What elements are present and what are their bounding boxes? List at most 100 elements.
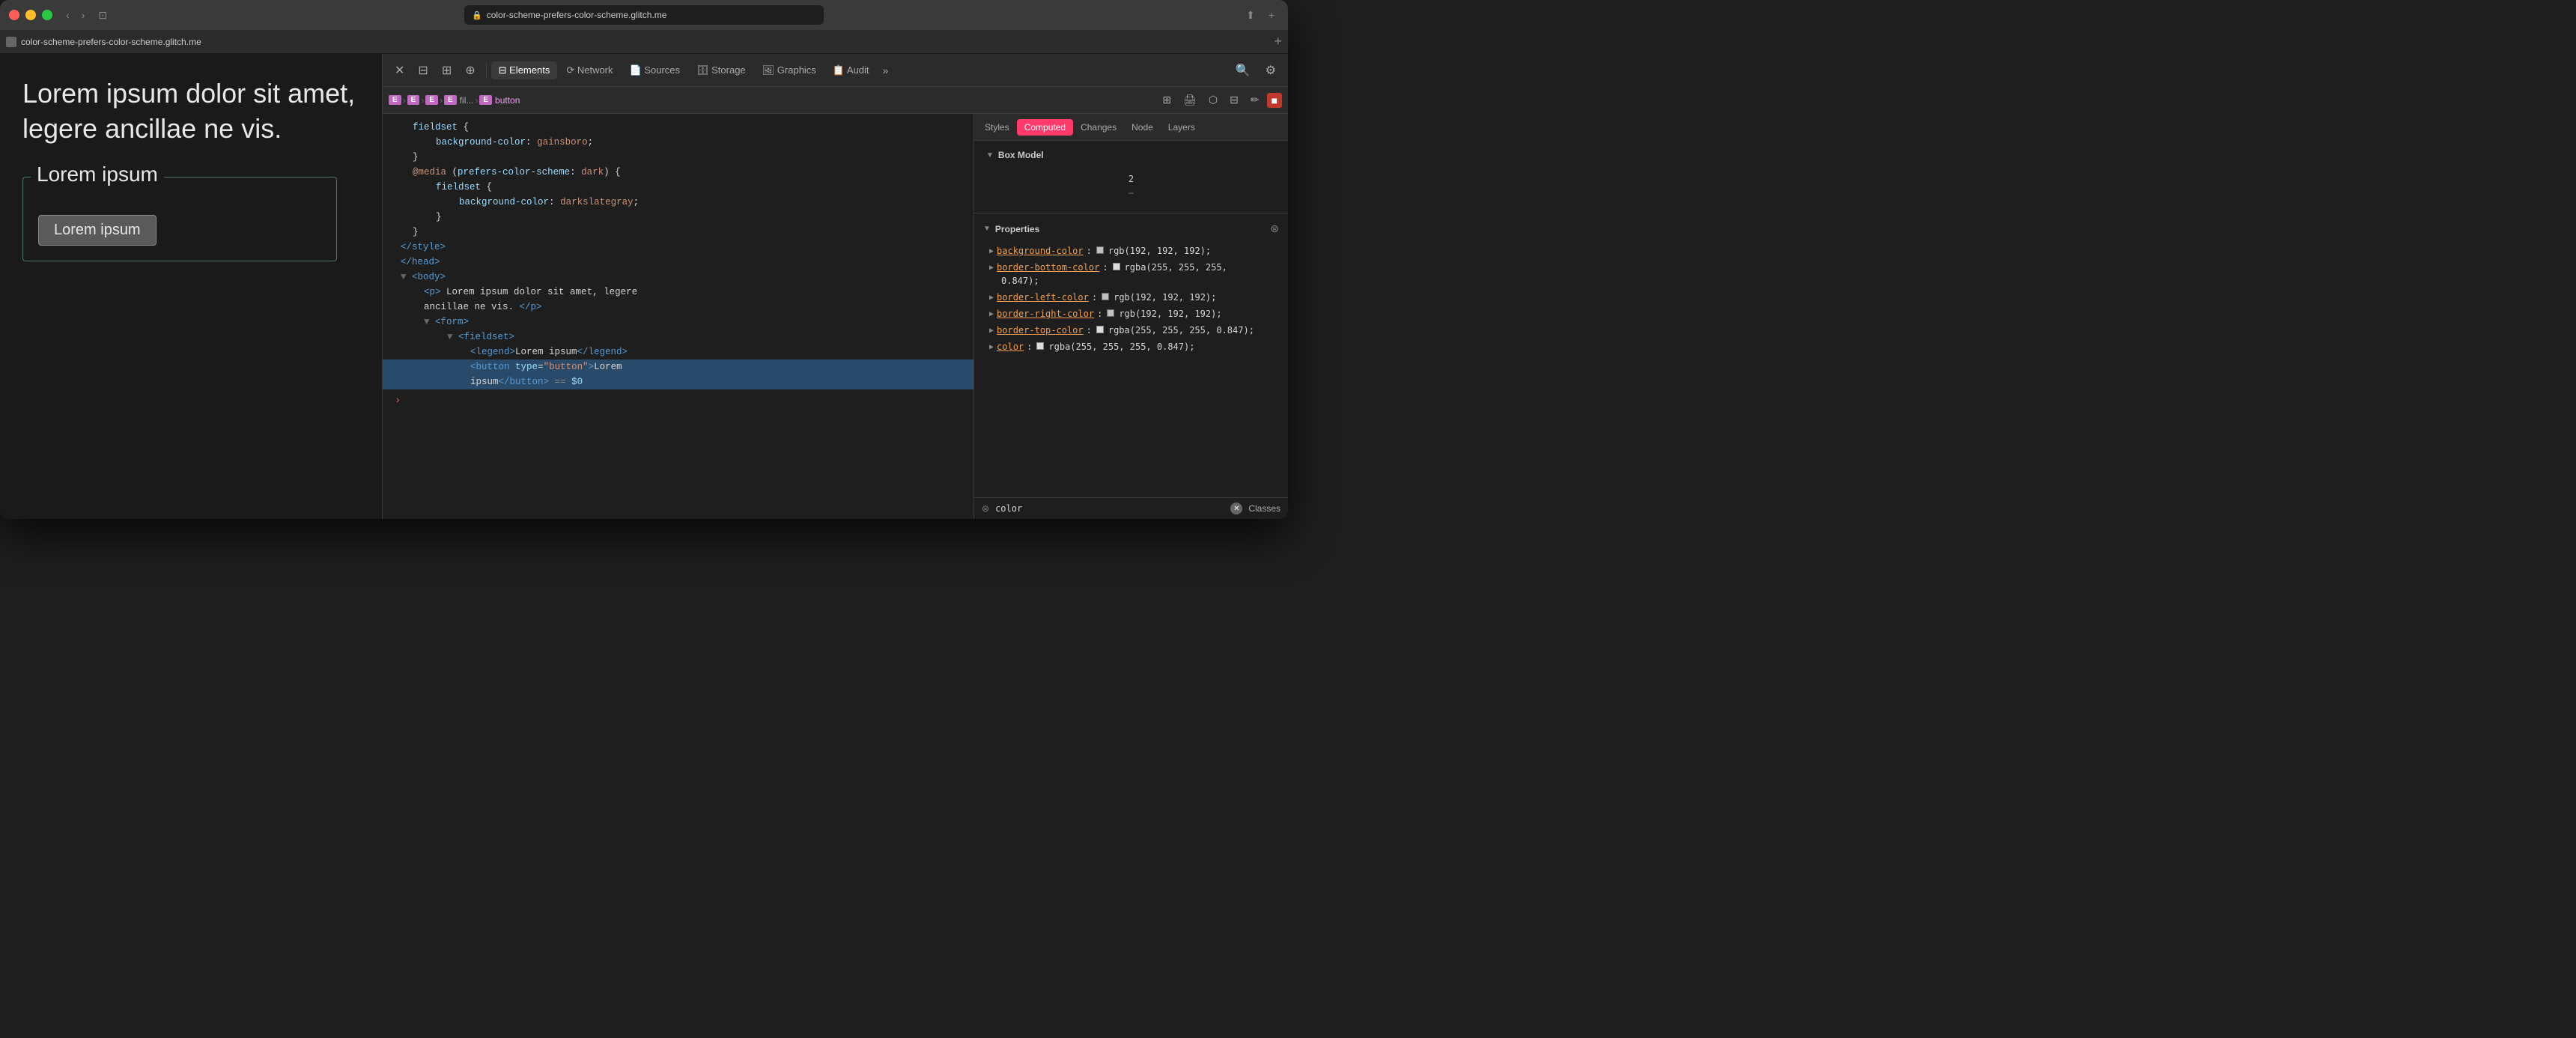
prop-swatch-5[interactable] (1096, 326, 1104, 333)
prop-swatch-2[interactable] (1113, 263, 1120, 270)
prop-name-background-color[interactable]: background-color (997, 244, 1084, 258)
classes-button[interactable]: Classes (1248, 503, 1281, 514)
url-text: color-scheme-prefers-color-scheme.glitch… (487, 10, 667, 20)
code-line-13: ancillae ne vis. </p> (383, 300, 973, 315)
breadcrumb-fil[interactable]: fil... (460, 95, 474, 106)
prop-arrow-5[interactable]: ▶ (989, 325, 994, 336)
title-bar: ‹ › ⊡ 🔒 color-scheme-prefers-color-schem… (0, 0, 1288, 30)
tab-storage[interactable]: 🗄 Storage (689, 61, 753, 79)
tab-graphics[interactable]: 🖼 Graphics (755, 61, 824, 79)
prop-name-border-top[interactable]: border-top-color (997, 324, 1084, 337)
prop-arrow-2[interactable]: ▶ (989, 262, 994, 273)
code-line-7: } (383, 210, 973, 225)
tab-audit[interactable]: 📋 Audit (825, 61, 877, 79)
prop-arrow-6[interactable]: ▶ (989, 342, 994, 353)
breadcrumb-arrow-4: › (475, 95, 478, 106)
prop-name-border-right[interactable]: border-right-color (997, 307, 1094, 321)
toolbar-separator (486, 63, 487, 78)
prop-name-color[interactable]: color (997, 340, 1024, 353)
breadcrumb-button[interactable]: button (495, 95, 520, 106)
highlight-button[interactable]: ■ (1267, 93, 1282, 108)
grid-view-button[interactable]: ⊞ (1158, 92, 1176, 108)
tab-computed[interactable]: Computed (1017, 119, 1073, 136)
code-line-4: @media (prefers-color-scheme: dark) { (383, 165, 973, 180)
devtools-target-button[interactable]: ⊕ (459, 60, 481, 81)
breadcrumb-badge-5[interactable]: E (479, 95, 492, 105)
maximize-traffic-light[interactable] (42, 10, 52, 20)
tab-favicon (6, 37, 16, 47)
prop-swatch-1[interactable] (1096, 246, 1104, 254)
settings-button[interactable]: ⚙ (1260, 60, 1282, 81)
prop-colon-1: : (1087, 244, 1092, 258)
back-button[interactable]: ‹ (61, 7, 74, 22)
main-layout: Lorem ipsum dolor sit amet,legere ancill… (0, 54, 1288, 519)
toolbar-right: 🔍 ⚙ (1230, 60, 1282, 81)
print-button[interactable]: 🖨 (1179, 92, 1201, 108)
code-line-9: </style> (383, 240, 973, 255)
close-traffic-light[interactable] (9, 10, 19, 20)
prop-arrow-4[interactable]: ▶ (989, 309, 994, 320)
code-panel[interactable]: fieldset { background-color: gainsboro; … (383, 114, 973, 519)
breadcrumb-badge-1[interactable]: E (389, 95, 401, 105)
code-line-8: } (383, 225, 973, 240)
code-line-16: <legend>Lorem ipsum</legend> (383, 345, 973, 359)
search-button[interactable]: 🔍 (1230, 60, 1257, 81)
breadcrumb-badge-2[interactable]: E (407, 95, 420, 105)
tab-elements[interactable]: ⊟ Elements (491, 61, 558, 79)
preview-main-text: Lorem ipsum dolor sit amet,legere ancill… (22, 76, 359, 147)
new-tab-button[interactable]: + (1264, 7, 1279, 22)
breadcrumb-badge-3[interactable]: E (425, 95, 438, 105)
devtools-split-v-button[interactable]: ⊞ (436, 60, 458, 81)
code-line-6: background-color: darkslategray; (383, 195, 973, 210)
preview-legend: Lorem ipsum (31, 163, 164, 186)
address-bar[interactable]: 🔒 color-scheme-prefers-color-scheme.glit… (464, 5, 824, 25)
filter-bar: ⊜ ✕ Classes (974, 497, 1288, 519)
breadcrumb-badge-4[interactable]: E (444, 95, 457, 105)
code-line-11: ▼ <body> (383, 270, 973, 285)
tab-styles[interactable]: Styles (977, 119, 1017, 136)
pen-button[interactable]: ✏ (1246, 92, 1264, 108)
devtools-split-h-button[interactable]: ⊟ (412, 60, 434, 81)
prop-swatch-4[interactable] (1107, 309, 1114, 317)
prop-border-right-color: ▶ border-right-color : rgb(192, 192, 192… (974, 306, 1288, 322)
screenshot-button[interactable]: ⬡ (1204, 92, 1222, 108)
filter-input[interactable] (995, 503, 1224, 514)
prop-header-left: ▼ Properties (983, 224, 1039, 234)
tab-network[interactable]: ⟳ Network (559, 61, 620, 79)
new-tab-icon[interactable]: + (1274, 34, 1282, 49)
tab-layers[interactable]: Layers (1161, 119, 1203, 136)
tab-bar: color-scheme-prefers-color-scheme.glitch… (0, 30, 1288, 54)
code-line-17[interactable]: <button type="button">Lorem (383, 359, 973, 374)
prop-name-border-bottom[interactable]: border-bottom-color (997, 261, 1099, 274)
filter-clear-button[interactable]: ✕ (1230, 503, 1242, 515)
sidebar-button[interactable]: ⊡ (94, 7, 112, 23)
tab-node[interactable]: Node (1124, 119, 1161, 136)
filter-icon[interactable]: ⊜ (1270, 222, 1279, 235)
properties-section[interactable]: ▼ Properties ⊜ ▶ background-color : rgb(… (974, 213, 1288, 497)
tab-sources[interactable]: 📄 Sources (622, 61, 688, 79)
code-line-18[interactable]: ipsum</button> == $0 (383, 374, 973, 389)
prop-swatch-6[interactable] (1036, 342, 1044, 350)
box-model-arrow[interactable]: ▼ (986, 151, 994, 160)
minimize-traffic-light[interactable] (25, 10, 36, 20)
layout-button[interactable]: ⊟ (1225, 92, 1243, 108)
tab-changes[interactable]: Changes (1073, 119, 1124, 136)
prop-value-5: rgba(255, 255, 255, 0.847); (1108, 324, 1254, 337)
prop-name-border-left[interactable]: border-left-color (997, 291, 1089, 304)
share-button[interactable]: ⬆ (1242, 7, 1260, 23)
box-model-header: ▼ Box Model (986, 150, 1276, 160)
prop-arrow-3[interactable]: ▶ (989, 292, 994, 303)
preview-button[interactable]: Lorem ipsum (38, 215, 157, 246)
browser-window: ‹ › ⊡ 🔒 color-scheme-prefers-color-schem… (0, 0, 1288, 519)
prop-border-left-color: ▶ border-left-color : rgb(192, 192, 192)… (974, 289, 1288, 306)
properties-arrow[interactable]: ▼ (983, 225, 991, 233)
more-tabs-button[interactable]: » (878, 61, 893, 79)
forward-button[interactable]: › (77, 7, 90, 22)
console-prompt[interactable]: › (383, 389, 973, 412)
bm-value-top: 2 (1128, 174, 1134, 184)
prop-swatch-3[interactable] (1102, 293, 1109, 300)
filter-circle-icon: ⊜ (982, 503, 989, 514)
prop-arrow-1[interactable]: ▶ (989, 246, 994, 257)
devtools-close-button[interactable]: ✕ (389, 60, 410, 81)
devtools-body: fieldset { background-color: gainsboro; … (383, 114, 1288, 519)
